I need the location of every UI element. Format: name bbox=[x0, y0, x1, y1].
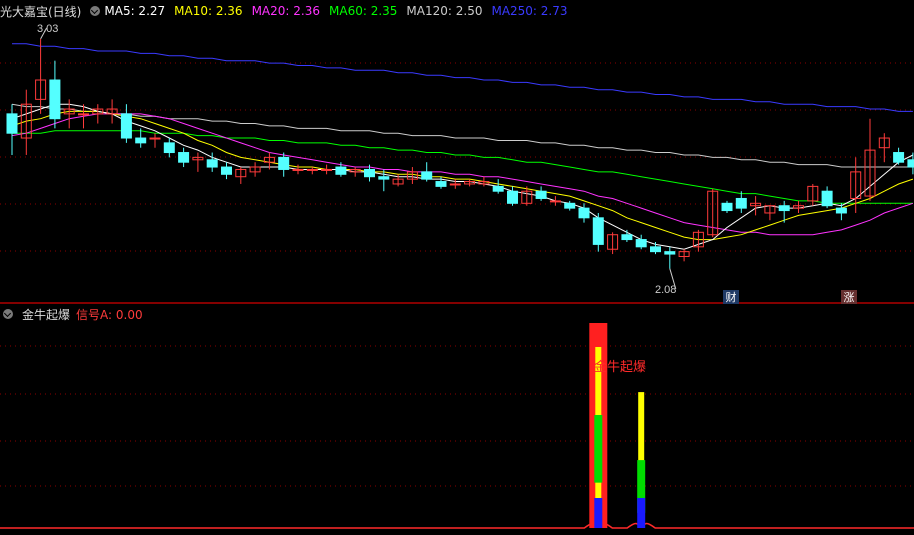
ma20-label: MA20: 2.36 bbox=[251, 4, 320, 18]
ma120-line bbox=[11, 103, 913, 168]
candle-body bbox=[6, 113, 18, 134]
candle-body bbox=[564, 202, 576, 209]
candle-body bbox=[378, 176, 390, 180]
candle-body bbox=[292, 168, 304, 171]
candle-body bbox=[306, 168, 318, 171]
low-price-label: 2.08 bbox=[655, 284, 676, 296]
candle-body bbox=[364, 168, 375, 178]
candle-body bbox=[535, 190, 547, 199]
candle-body bbox=[206, 159, 218, 168]
indicator-panel bbox=[0, 323, 914, 529]
candle-body bbox=[549, 200, 561, 203]
candle-body bbox=[178, 152, 190, 163]
candle-body bbox=[578, 207, 590, 219]
chevron-down-icon[interactable] bbox=[3, 309, 13, 319]
stock-title[interactable]: 光大嘉宝(日线) bbox=[0, 3, 81, 20]
candle-body bbox=[907, 159, 914, 168]
indicator-header: 金牛起爆 信号A: 0.00 bbox=[0, 304, 152, 324]
candle-body bbox=[664, 251, 676, 255]
candle-body bbox=[893, 152, 905, 163]
candle-body bbox=[650, 246, 661, 253]
candle-body bbox=[278, 156, 290, 170]
candle-body bbox=[492, 185, 504, 192]
candle-body bbox=[221, 166, 232, 175]
signal-a-label: 信号A: 0.00 bbox=[76, 307, 143, 322]
candle-body bbox=[821, 190, 833, 207]
ma10-line bbox=[11, 110, 914, 241]
signal-annotation: 金牛起爆 bbox=[594, 359, 646, 375]
candle-body bbox=[449, 183, 461, 186]
candle-body bbox=[78, 113, 89, 116]
event-badge-zhang[interactable]: 涨 bbox=[841, 290, 857, 304]
candle-body bbox=[149, 137, 161, 140]
event-zhang-label: 涨 bbox=[844, 291, 855, 304]
ma5-line bbox=[11, 103, 914, 250]
ma120-label: MA120: 2.50 bbox=[406, 4, 483, 18]
candle-body bbox=[435, 181, 447, 187]
candle-body bbox=[778, 205, 790, 212]
candle-body bbox=[592, 217, 604, 245]
ma5-label: MA5: 2.27 bbox=[104, 4, 166, 18]
candle-body bbox=[120, 113, 132, 139]
chevron-down-icon[interactable] bbox=[90, 6, 101, 16]
candle-body bbox=[835, 207, 847, 214]
chart-canvas: 3.03 2.08 财 涨 金牛起爆 bbox=[0, 23, 914, 529]
candle-body bbox=[163, 142, 175, 154]
signal-a-line bbox=[0, 522, 914, 529]
candle-body bbox=[621, 234, 633, 241]
ma250-label: MA250: 2.73 bbox=[491, 4, 568, 18]
candle-body bbox=[507, 190, 518, 204]
ma250-line bbox=[12, 43, 913, 112]
candle-body bbox=[721, 202, 733, 212]
ma10-label: MA10: 2.36 bbox=[174, 4, 243, 18]
ma60-label: MA60: 2.35 bbox=[329, 4, 398, 18]
candle-body bbox=[421, 171, 433, 180]
candle-body bbox=[635, 239, 647, 248]
candle-body bbox=[735, 197, 747, 209]
candle-body bbox=[335, 166, 347, 175]
candle-body bbox=[321, 168, 333, 171]
candle-body bbox=[49, 79, 61, 120]
moving-average-lines bbox=[11, 43, 914, 250]
indicator-title[interactable]: 金牛起爆 bbox=[22, 306, 70, 323]
candlestick-series bbox=[6, 27, 914, 290]
grid-lines bbox=[0, 62, 914, 487]
main-chart-header: 光大嘉宝(日线) MA5: 2.27 MA10: 2.36 MA20: 2.36… bbox=[0, 1, 577, 21]
high-price-label: 3.03 bbox=[37, 23, 58, 35]
ma60-line bbox=[12, 130, 913, 204]
event-badge-cai[interactable]: 财 bbox=[723, 290, 739, 304]
signal-column-green bbox=[594, 415, 603, 483]
signal-column-blue bbox=[637, 498, 646, 528]
signal-column-blue bbox=[594, 498, 603, 528]
event-cai-label: 财 bbox=[726, 290, 737, 304]
candle-body bbox=[135, 137, 147, 144]
